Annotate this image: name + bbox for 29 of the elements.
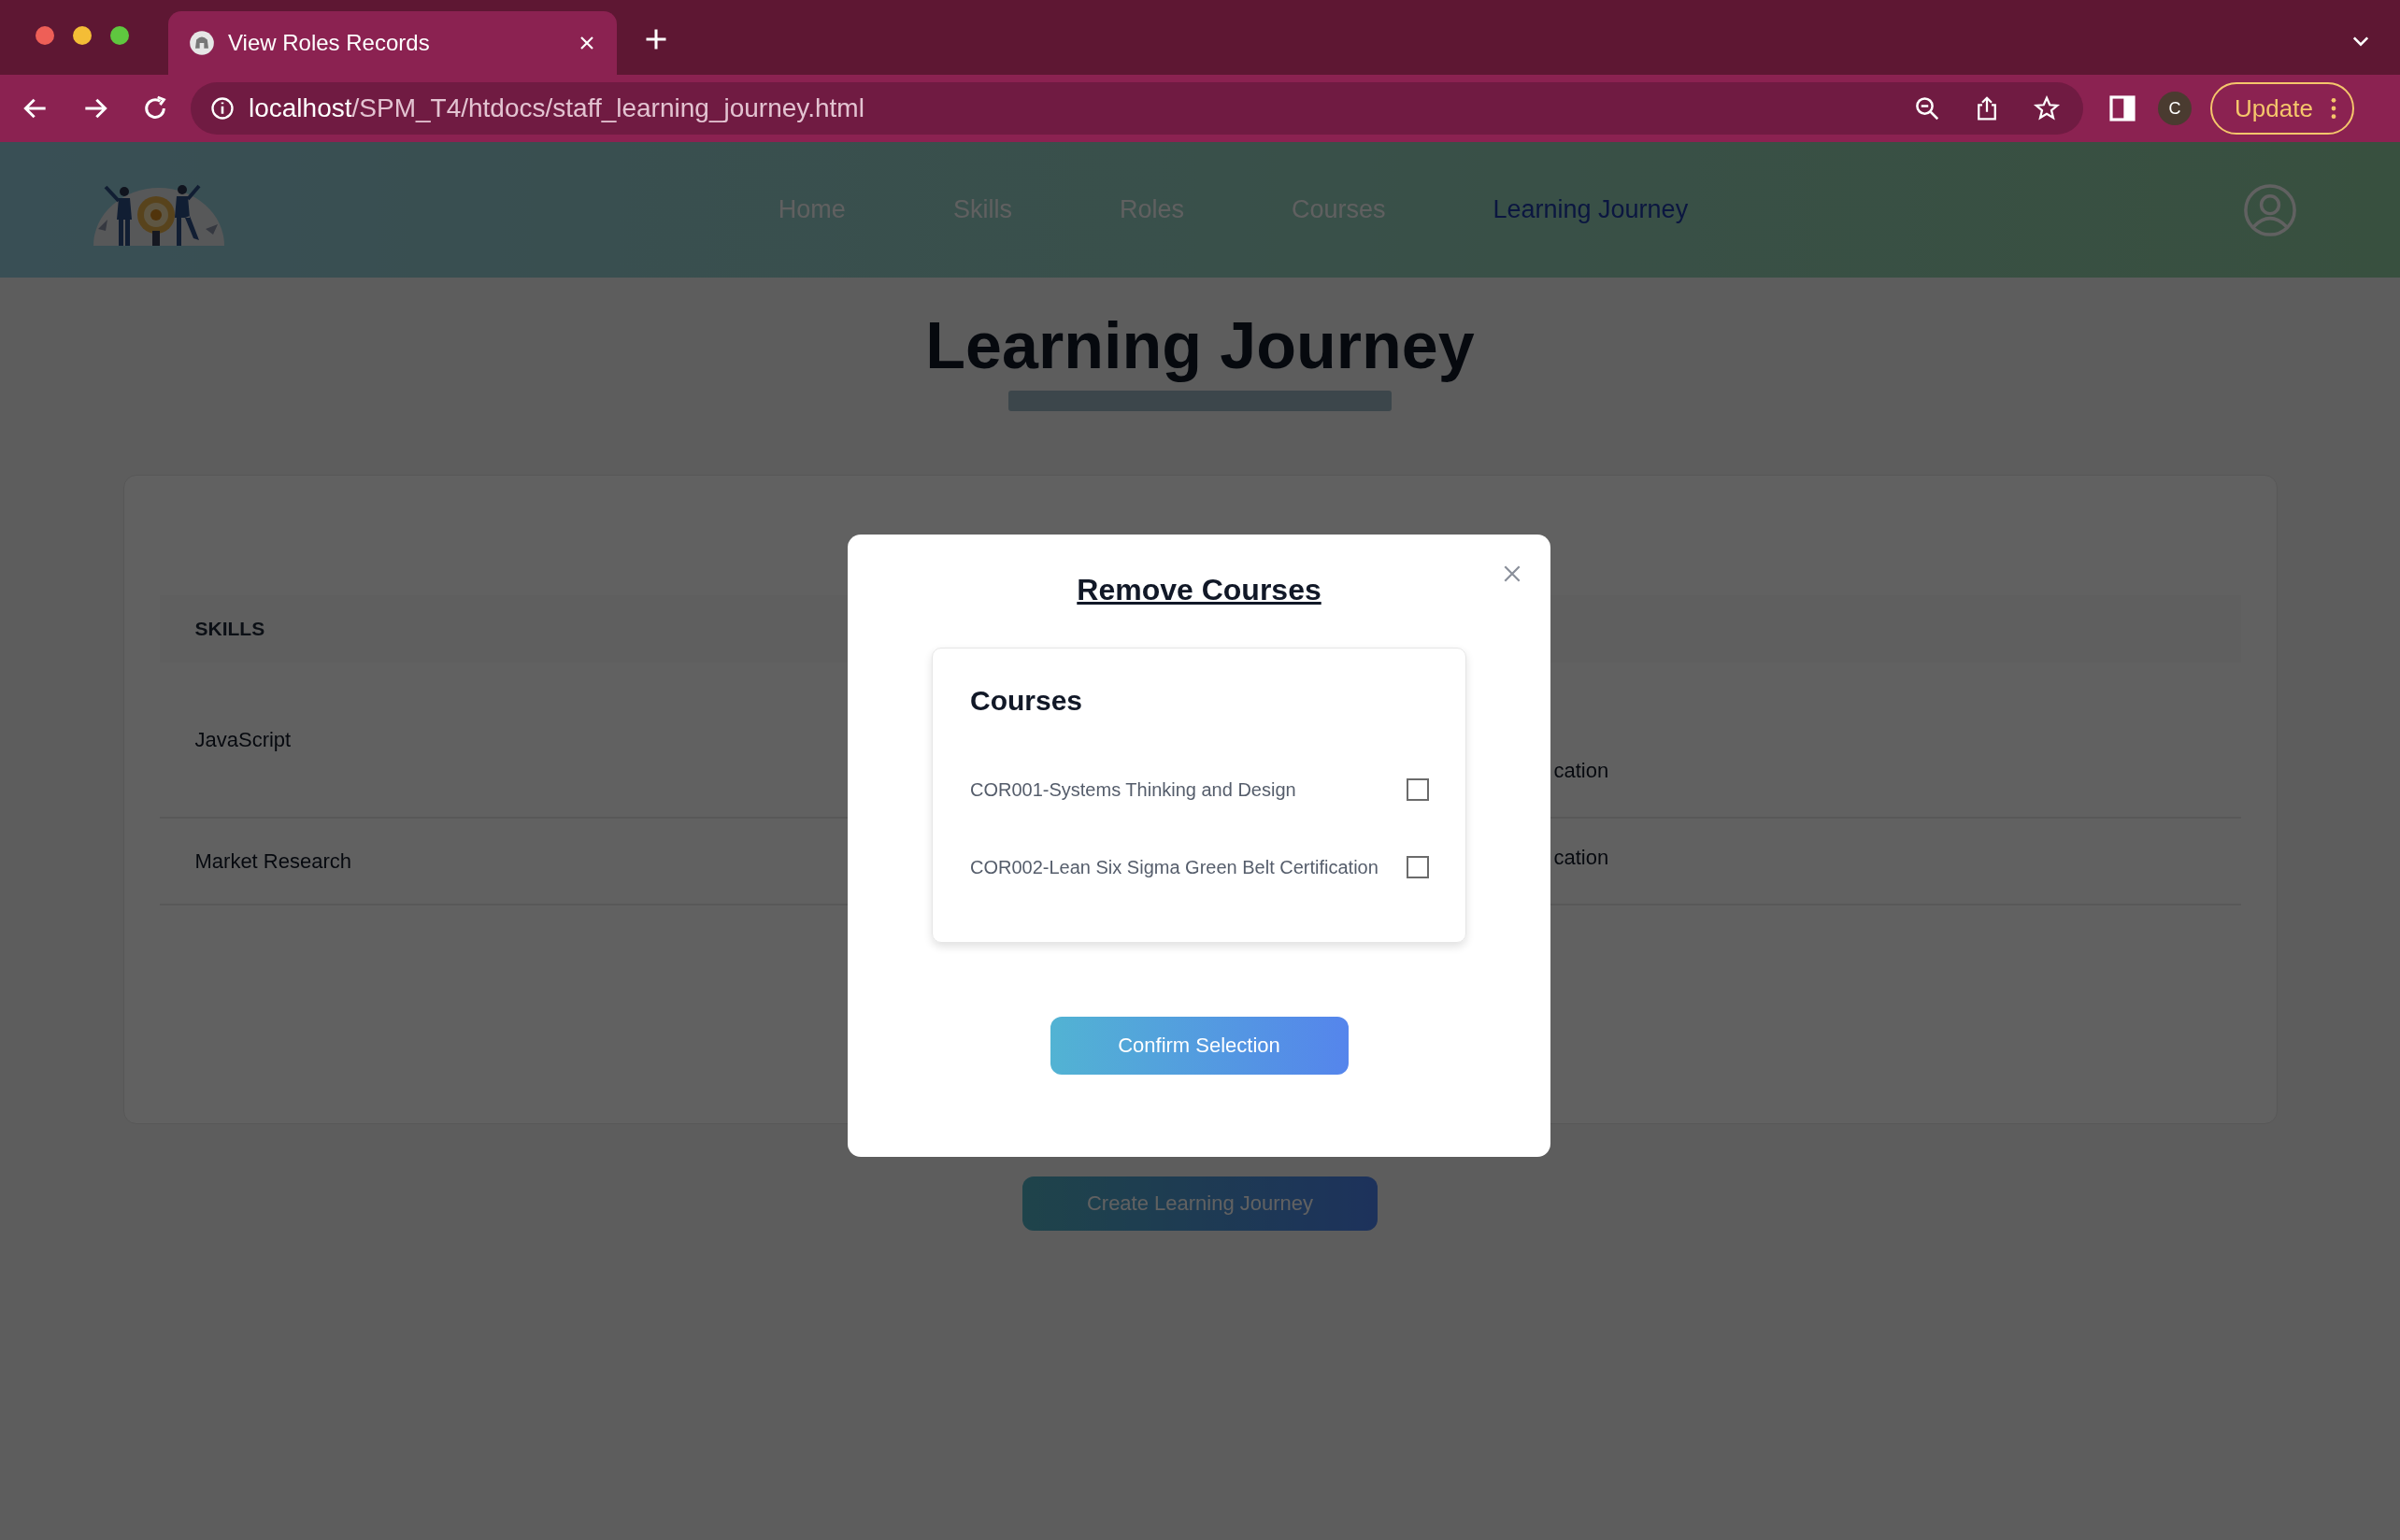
update-button[interactable]: Update [2210, 82, 2354, 135]
courses-heading: Courses [970, 684, 1084, 718]
profile-avatar[interactable]: C [2158, 92, 2192, 125]
table-cell: Market Research [194, 848, 351, 874]
create-learning-journey-button[interactable]: Create Learning Journey [1022, 1176, 1378, 1231]
column-header: SKILLS [194, 618, 265, 640]
zoom-icon[interactable] [1913, 94, 1941, 122]
close-icon[interactable] [1502, 563, 1522, 584]
course-label: COR002-Lean Six Sigma Green Belt Certification [970, 856, 1379, 878]
course-checkbox[interactable] [1407, 856, 1429, 878]
site-info-icon[interactable] [209, 95, 236, 121]
table-cell: cation [1553, 759, 1609, 783]
table-cell: JavaScript [194, 727, 292, 752]
minimize-window-button[interactable] [73, 26, 92, 45]
bookmark-star-icon[interactable] [2033, 94, 2061, 122]
modal-title: Remove Courses [1077, 572, 1321, 608]
address-bar[interactable]: localhost/SPM_T4/htdocs/staff_learning_journey.html [191, 82, 2083, 135]
side-panel-icon[interactable] [2107, 93, 2137, 123]
favicon-icon [189, 30, 215, 56]
page-title: Learning Journey [925, 308, 1475, 384]
zoom-window-button[interactable] [110, 26, 129, 45]
more-menu-icon[interactable] [2329, 96, 2337, 121]
confirm-selection-button[interactable]: Confirm Selection [1050, 1017, 1349, 1075]
course-checkbox[interactable] [1407, 778, 1429, 801]
table-cell: cation [1553, 846, 1609, 870]
browser-tab[interactable]: View Roles Records [168, 11, 617, 75]
nav-link[interactable]: Learning Journey [1493, 195, 1689, 224]
course-label: COR001-Systems Thinking and Design [970, 778, 1296, 801]
close-window-button[interactable] [36, 26, 54, 45]
